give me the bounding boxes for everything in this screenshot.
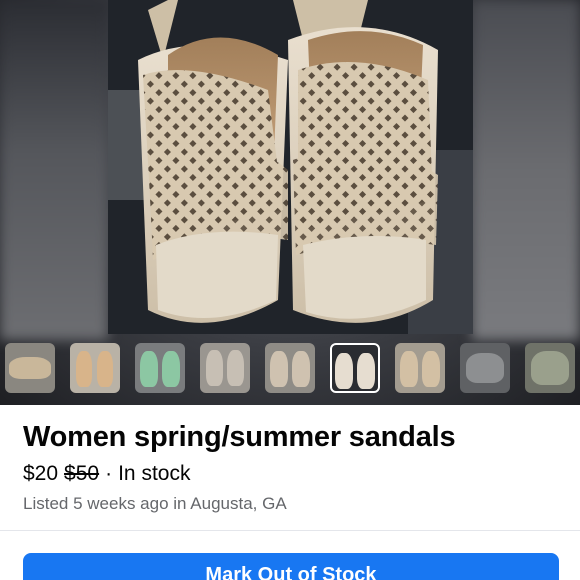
sandal-photo-4-icon [206,350,223,386]
sandal-photo-7b-icon [422,351,440,387]
original-price: $50 [64,462,100,485]
thumbnail-7[interactable] [395,343,445,393]
sandal-photo-4b-icon [227,350,244,386]
sandal-photo-6-icon [335,353,353,389]
sandal-photo-2b-icon [97,351,113,387]
sandal-photo-6b-icon [357,353,375,389]
thumbnail-4[interactable] [200,343,250,393]
listing-title: Women spring/summer sandals [23,421,456,453]
thumbnail-2[interactable] [70,343,120,393]
sandal-photo-1-icon [9,357,51,379]
thumbnail-3[interactable] [135,343,185,393]
mark-out-of-stock-button[interactable]: Mark Out of Stock [23,553,559,580]
section-divider [0,530,580,531]
sandal-photo-3b-icon [162,351,180,387]
thumbnail-8[interactable] [460,343,510,393]
sandal-photo-8-icon [466,353,504,383]
listing-details: Women spring/summer sandals $20 $50 · In… [0,405,580,580]
photo-backdrop-right [472,0,580,340]
availability-status: In stock [118,462,191,485]
thumbnail-6[interactable] [330,343,380,393]
sandals-photo-illustration [108,0,473,334]
main-product-photo[interactable] [108,0,473,334]
sandal-photo-3-icon [140,351,158,387]
sandal-photo-5-icon [270,351,288,387]
price-row: $20 $50 · In stock [23,462,190,486]
photo-backdrop-left [0,0,108,340]
sandal-photo-7-icon [400,351,418,387]
listing-meta: Listed 5 weeks ago in Augusta, GA [23,494,287,513]
right-sandal [288,0,438,323]
thumbnail-1[interactable] [5,343,55,393]
sandal-photo-5b-icon [292,351,310,387]
thumbnail-9[interactable] [525,343,575,393]
left-sandal [138,0,288,323]
current-price: $20 [23,462,59,485]
sandal-photo-2-icon [76,351,92,387]
thumbnail-strip [0,343,580,395]
thumbnail-5[interactable] [265,343,315,393]
photo-viewer [0,0,580,405]
sandal-photo-9-icon [531,351,569,385]
price-separator: · [105,462,113,485]
